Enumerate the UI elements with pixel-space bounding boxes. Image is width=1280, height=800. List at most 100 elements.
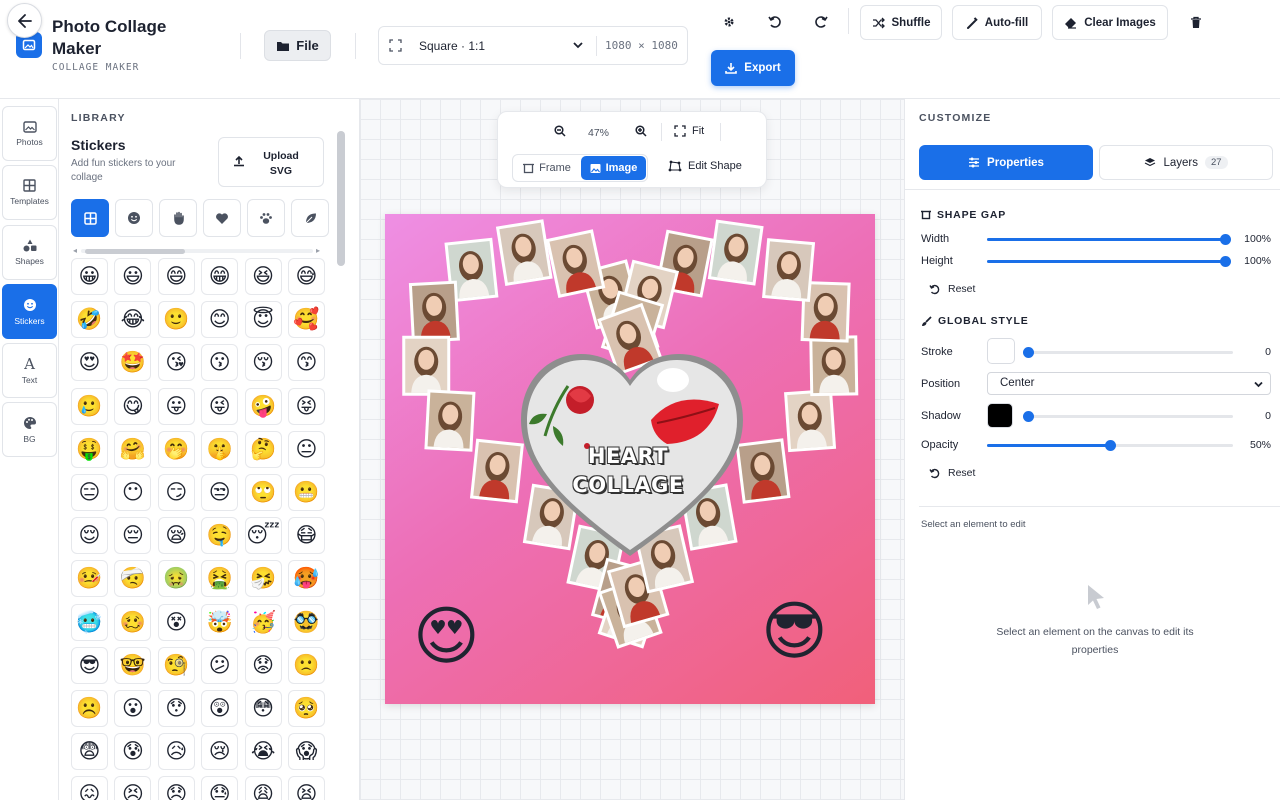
sticker-item[interactable]: 🥺 <box>288 690 325 727</box>
sticker-item[interactable]: 😥 <box>157 733 195 771</box>
sticker-item[interactable]: 😭 <box>244 733 282 771</box>
file-menu-button[interactable]: File <box>264 30 331 61</box>
heart-eyes-sticker[interactable]: 😍 <box>413 604 480 668</box>
sticker-item[interactable]: 😪 <box>157 517 195 555</box>
sticker-item[interactable]: 🤑 <box>71 430 108 468</box>
sticker-item[interactable]: 😕 <box>201 646 239 684</box>
sticker-item[interactable]: 😆 <box>244 258 282 295</box>
category-animals-button[interactable] <box>247 199 285 237</box>
redo-button[interactable] <box>808 10 834 34</box>
sunglasses-sticker[interactable]: 😎 <box>761 599 828 663</box>
sticker-item[interactable]: 🤕 <box>114 560 152 598</box>
sticker-item[interactable]: 😂 <box>114 301 152 339</box>
zoom-in-button[interactable] <box>635 125 647 137</box>
sticker-item[interactable]: 🙄 <box>244 474 282 511</box>
collage-photo-tile[interactable] <box>545 229 606 298</box>
sticker-item[interactable]: 🤯 <box>201 603 239 641</box>
rail-item-stickers[interactable]: Stickers <box>2 284 57 339</box>
stroke-slider[interactable] <box>1023 347 1233 358</box>
collage-title-text[interactable]: HEART COLLAGE <box>555 442 701 500</box>
sticker-item[interactable]: 😋 <box>114 387 152 425</box>
sticker-item[interactable]: 🥴 <box>114 603 152 641</box>
global-style-reset-button[interactable]: Reset <box>929 467 975 479</box>
sticker-item[interactable]: 😞 <box>157 776 195 800</box>
sticker-item[interactable]: 🥵 <box>288 560 325 598</box>
collage-photo-tile[interactable] <box>402 335 451 396</box>
edit-shape-button[interactable]: Edit Shape <box>668 160 742 172</box>
scroll-right-icon[interactable]: ▸ <box>316 246 320 255</box>
sticker-item[interactable]: 😨 <box>71 733 108 771</box>
sticker-item[interactable]: 😇 <box>244 301 282 339</box>
tab-layers[interactable]: Layers 27 <box>1099 145 1273 180</box>
sticker-item[interactable]: 🥲 <box>71 387 108 425</box>
sticker-item[interactable]: 😘 <box>157 344 195 382</box>
sticker-item[interactable]: 😛 <box>157 387 195 425</box>
sticker-item[interactable]: 😩 <box>244 776 282 800</box>
shuffle-button[interactable]: Shuffle <box>860 5 942 40</box>
category-hearts-button[interactable] <box>203 199 241 237</box>
fit-button[interactable]: Fit <box>674 125 704 137</box>
sticker-item[interactable]: 😔 <box>114 517 152 555</box>
sticker-item[interactable]: ☹️ <box>71 690 108 727</box>
sticker-item[interactable]: 😬 <box>288 474 325 511</box>
sticker-item[interactable]: 🤤 <box>201 517 239 555</box>
sticker-item[interactable]: 🤣 <box>71 301 108 339</box>
sticker-item[interactable]: 🤔 <box>244 430 282 468</box>
collage-photo-tile[interactable] <box>408 280 460 344</box>
scroll-thumb[interactable] <box>85 249 185 254</box>
rail-item-text[interactable]: A Text <box>2 343 57 398</box>
opacity-slider-thumb[interactable] <box>1105 440 1116 451</box>
sticker-item[interactable]: 😫 <box>288 776 325 800</box>
collage-canvas[interactable]: HEART COLLAGE 😍 😎 <box>385 214 875 704</box>
category-all-button[interactable] <box>71 199 109 237</box>
sticker-item[interactable]: 😀 <box>71 258 108 295</box>
width-slider-thumb[interactable] <box>1220 234 1231 245</box>
sticker-item[interactable]: 😮 <box>114 690 152 727</box>
sticker-item[interactable]: 🤪 <box>244 387 282 425</box>
shadow-slider[interactable] <box>1023 411 1233 422</box>
sticker-item[interactable]: 😲 <box>201 690 239 727</box>
category-scrollbar[interactable]: ◂ ▸ <box>73 246 323 255</box>
position-select[interactable]: Center <box>987 372 1271 395</box>
frame-mode-button[interactable]: Frame <box>515 156 579 180</box>
sticker-item[interactable]: 😒 <box>201 474 239 511</box>
sticker-item[interactable]: 🤒 <box>71 560 108 598</box>
image-mode-button[interactable]: Image <box>581 156 646 180</box>
collage-photo-tile[interactable] <box>707 219 764 286</box>
zoom-out-button[interactable] <box>554 125 566 137</box>
sticker-item[interactable]: 😍 <box>71 344 108 382</box>
stroke-slider-thumb[interactable] <box>1023 347 1034 358</box>
settings-button[interactable] <box>716 10 742 34</box>
sticker-item[interactable]: 😄 <box>157 258 195 295</box>
sticker-item[interactable]: 🤮 <box>201 560 239 598</box>
autofill-button[interactable]: Auto-fill <box>952 5 1042 40</box>
sticker-item[interactable]: 😊 <box>201 301 239 339</box>
library-scrollbar[interactable] <box>337 131 345 266</box>
sticker-item[interactable]: 😁 <box>201 258 239 295</box>
collage-photo-tile[interactable] <box>784 388 837 453</box>
collage-photo-tile[interactable] <box>762 238 816 303</box>
export-button[interactable]: Export <box>711 50 795 86</box>
sticker-item[interactable]: 🥶 <box>71 603 108 641</box>
sticker-item[interactable]: 🥸 <box>288 603 325 641</box>
height-slider-thumb[interactable] <box>1220 256 1231 267</box>
opacity-slider[interactable] <box>987 440 1233 451</box>
tab-properties[interactable]: Properties <box>919 145 1093 180</box>
sticker-item[interactable]: 🤗 <box>114 430 152 468</box>
sticker-item[interactable]: 🤭 <box>157 430 195 468</box>
sticker-item[interactable]: 😃 <box>114 258 152 295</box>
sticker-item[interactable]: 😙 <box>288 344 325 382</box>
collage-photo-tile[interactable] <box>809 335 859 397</box>
undo-button[interactable] <box>762 10 788 34</box>
sticker-item[interactable]: 😚 <box>244 344 282 382</box>
collage-photo-tile[interactable] <box>495 219 553 286</box>
sticker-item[interactable]: 🙁 <box>288 646 325 684</box>
sticker-item[interactable]: 🤧 <box>244 560 282 598</box>
sticker-item[interactable]: 😅 <box>288 258 325 295</box>
sticker-item[interactable]: 😣 <box>114 776 152 800</box>
collage-photo-tile[interactable] <box>735 438 791 504</box>
sticker-item[interactable]: 😟 <box>244 646 282 684</box>
category-hands-button[interactable] <box>159 199 197 237</box>
sticker-item[interactable]: 🥰 <box>288 301 325 339</box>
shape-gap-reset-button[interactable]: Reset <box>929 283 975 295</box>
